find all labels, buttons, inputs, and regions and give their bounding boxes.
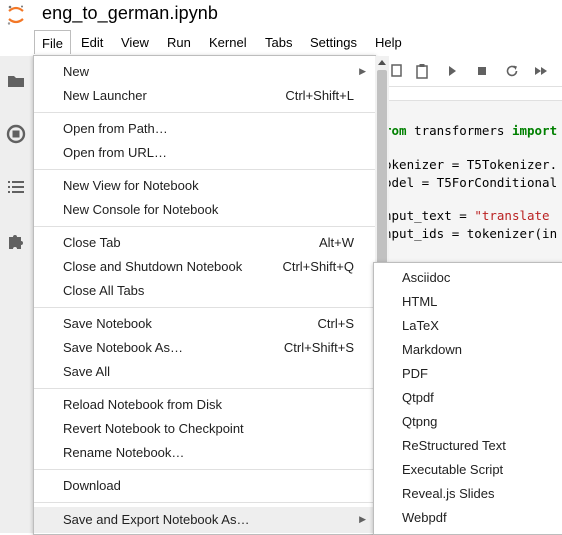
fast-forward-icon[interactable]: [533, 63, 549, 79]
menu-item-save-all[interactable]: Save All: [34, 360, 375, 384]
menu-kernel[interactable]: Kernel: [209, 35, 247, 50]
menu-item-download[interactable]: Download: [34, 474, 375, 498]
export-pdf[interactable]: PDF: [374, 363, 562, 387]
folder-icon[interactable]: [6, 71, 26, 91]
export-revealjs-slides[interactable]: Reveal.js Slides: [374, 483, 562, 507]
menu-edit[interactable]: Edit: [81, 35, 103, 50]
menu-separator: [34, 169, 375, 170]
export-executable-script[interactable]: Executable Script: [374, 459, 562, 483]
copy-icon[interactable]: [389, 63, 405, 79]
menu-item-close-tab[interactable]: Close Tab Alt+W: [34, 231, 375, 255]
notebook-title: eng_to_german.ipynb: [42, 3, 219, 23]
code-line: odel = T5ForConditional: [384, 175, 558, 190]
menu-separator: [34, 307, 375, 308]
export-qtpng[interactable]: Qtpng: [374, 411, 562, 435]
jupyter-logo-icon: [7, 5, 24, 25]
scroll-up-arrow-icon[interactable]: [378, 60, 386, 65]
menu-bar: File Edit View Run Kernel Tabs Settings …: [0, 30, 562, 56]
menu-item-open-from-path[interactable]: Open from Path…: [34, 117, 375, 141]
menu-separator: [34, 469, 375, 470]
stop-icon[interactable]: [474, 63, 490, 79]
run-icon[interactable]: [444, 63, 460, 79]
menu-item-save-and-export[interactable]: Save and Export Notebook As… ▶: [34, 507, 375, 533]
extension-icon[interactable]: [6, 231, 26, 251]
menu-item-new-view[interactable]: New View for Notebook: [34, 174, 375, 198]
title-bar: eng_to_german.ipynb: [0, 0, 562, 32]
menu-item-close-shutdown[interactable]: Close and Shutdown Notebook Ctrl+Shift+Q: [34, 255, 375, 279]
menu-item-new[interactable]: New ▶: [34, 60, 375, 84]
menu-settings[interactable]: Settings: [310, 35, 357, 50]
chevron-right-icon: ▶: [359, 514, 366, 524]
menu-item-close-all[interactable]: Close All Tabs: [34, 279, 375, 303]
menu-item-save[interactable]: Save Notebook Ctrl+S: [34, 312, 375, 336]
menu-separator: [34, 112, 375, 113]
menu-separator: [34, 226, 375, 227]
export-latex[interactable]: LaTeX: [374, 315, 562, 339]
code-line: okenizer = T5Tokenizer.: [384, 157, 558, 172]
code-line: nput_ids = tokenizer(in: [384, 226, 558, 241]
export-webpdf[interactable]: Webpdf: [374, 507, 562, 531]
left-sidebar: [0, 56, 34, 533]
paste-icon[interactable]: [414, 63, 430, 79]
menu-item-save-as[interactable]: Save Notebook As… Ctrl+Shift+S: [34, 336, 375, 360]
code-line: rom transformers import: [384, 123, 558, 138]
running-icon[interactable]: [6, 124, 26, 144]
menu-item-reload[interactable]: Reload Notebook from Disk: [34, 393, 375, 417]
code-line: nput_text = "translate: [384, 208, 550, 223]
menu-help[interactable]: Help: [375, 35, 402, 50]
export-submenu: Asciidoc HTML LaTeX Markdown PDF Qtpdf Q…: [373, 262, 562, 535]
menu-item-rename[interactable]: Rename Notebook…: [34, 441, 375, 465]
restart-icon[interactable]: [504, 63, 520, 79]
export-asciidoc[interactable]: Asciidoc: [374, 267, 562, 291]
menu-separator: [34, 388, 375, 389]
export-qtpdf[interactable]: Qtpdf: [374, 387, 562, 411]
toc-icon[interactable]: [6, 177, 26, 197]
export-markdown[interactable]: Markdown: [374, 339, 562, 363]
menu-item-new-console[interactable]: New Console for Notebook: [34, 198, 375, 222]
export-restructured-text[interactable]: ReStructured Text: [374, 435, 562, 459]
menu-item-new-launcher[interactable]: New Launcher Ctrl+Shift+L: [34, 84, 375, 108]
menu-view[interactable]: View: [121, 35, 149, 50]
export-html[interactable]: HTML: [374, 291, 562, 315]
menu-tabs[interactable]: Tabs: [265, 35, 292, 50]
menu-item-revert[interactable]: Revert Notebook to Checkpoint: [34, 417, 375, 441]
menu-item-open-from-url[interactable]: Open from URL…: [34, 141, 375, 165]
menu-file[interactable]: File: [34, 30, 71, 54]
file-menu: New ▶ New Launcher Ctrl+Shift+L Open fro…: [33, 55, 376, 535]
menu-separator: [34, 502, 375, 503]
menu-run[interactable]: Run: [167, 35, 191, 50]
chevron-right-icon: ▶: [359, 66, 366, 76]
